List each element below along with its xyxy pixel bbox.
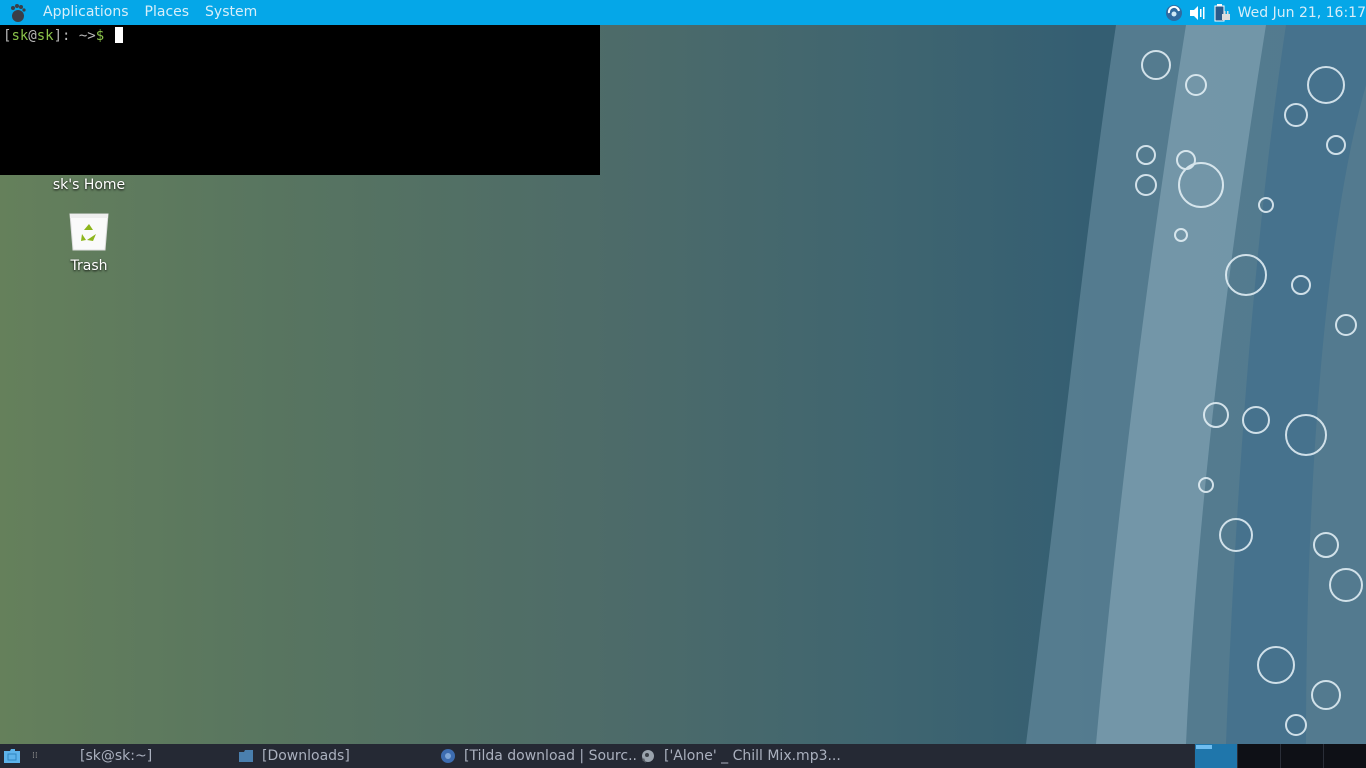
home-label: sk's Home [52,177,126,193]
desktop-icon-home[interactable]: sk's Home [34,175,144,193]
trash-label: Trash [70,258,108,274]
task-audio-player[interactable]: ['Alone' _ Chill Mix.mp3... [634,744,850,768]
workspace-switcher [1194,744,1366,768]
workspace-2[interactable] [1237,744,1280,768]
task-label: [Downloads] [262,748,350,764]
panel-drag-handle[interactable]: ⁞⁞ [32,751,40,761]
task-browser[interactable]: [Tilda download | Sourc... [434,744,636,768]
terminal-icon [56,748,72,764]
prompt-user: sk [11,28,29,44]
task-downloads[interactable]: [Downloads] [232,744,434,768]
prompt-path: ]: ~> [53,28,96,44]
system-tray: Wed Jun 21, 16:17 [1164,0,1366,25]
trash-icon [68,212,110,256]
text-cursor [114,27,123,43]
workspace-window-thumb [1196,745,1212,749]
desktop-icon-trash[interactable]: Trash [34,212,144,274]
workspace-3[interactable] [1280,744,1323,768]
battery-charging-icon[interactable] [1212,3,1232,23]
prompt-at: @ [28,28,37,44]
network-icon[interactable] [1164,3,1184,23]
folder-icon [238,748,254,764]
volume-icon[interactable] [1188,3,1208,23]
terminal-window[interactable]: [sk@sk]: ~>$ [0,25,600,175]
gnome-foot-icon[interactable] [7,2,29,24]
wallpaper-bubbles [1006,25,1366,744]
task-label: [Tilda download | Sourc... [464,748,636,764]
menu-places[interactable]: Places [137,0,198,25]
prompt-dollar: $ [95,28,105,44]
bottom-panel: ⁞⁞ [sk@sk:~] [Downloads] [Tilda download… [0,744,1366,768]
top-panel: Applications Places System Wed Jun 21, 1… [0,0,1366,25]
audio-player-icon [640,748,656,764]
terminal-prompt: [sk@sk]: ~>$ [3,27,123,45]
clock[interactable]: Wed Jun 21, 16:17 [1238,5,1366,21]
menu-applications[interactable]: Applications [35,0,137,25]
task-terminal[interactable]: [sk@sk:~] [50,744,232,768]
task-label: [sk@sk:~] [80,748,153,764]
workspace-1[interactable] [1194,744,1237,768]
chromium-icon [440,748,456,764]
show-desktop-button[interactable] [0,744,24,768]
prompt-host: sk [36,28,54,44]
menu-system[interactable]: System [197,0,265,25]
workspace-4[interactable] [1323,744,1366,768]
task-label: ['Alone' _ Chill Mix.mp3... [664,748,841,764]
